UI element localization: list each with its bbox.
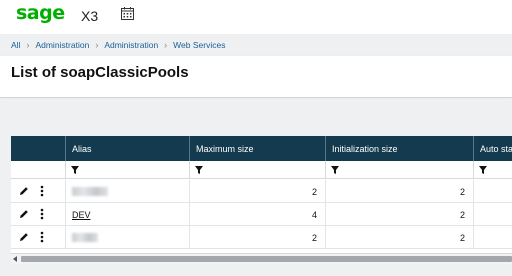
- maximum-size-cell: 2: [189, 226, 325, 249]
- alias-cell[interactable]: DEV: [65, 203, 189, 226]
- column-header-initialization-size[interactable]: Initialization size: [325, 136, 473, 161]
- filter-icon[interactable]: [331, 166, 339, 174]
- filter-initialization-size[interactable]: [325, 161, 473, 179]
- calendar-icon[interactable]: [121, 7, 134, 20]
- product-name: X3: [81, 8, 99, 24]
- filter-icon[interactable]: [71, 166, 79, 174]
- horizontal-scrollbar[interactable]: [11, 253, 512, 264]
- filter-maximum-size[interactable]: [189, 161, 325, 179]
- top-bar: sage X3: [0, 0, 512, 34]
- initialization-size-cell: 2: [325, 203, 473, 226]
- breadcrumb-item-web-services[interactable]: Web Services: [173, 40, 225, 50]
- maximum-size-cell: 4: [189, 203, 325, 226]
- breadcrumb-item-administration[interactable]: Administration: [35, 40, 89, 50]
- filter-alias[interactable]: [65, 161, 189, 179]
- filter-cell-actions: [11, 161, 65, 179]
- chevron-right-icon: ›: [26, 40, 30, 50]
- initialization-size-cell: 2: [325, 180, 473, 203]
- data-grid: Alias Maximum size Initialization size A…: [11, 136, 512, 253]
- page-title: List of soapClassicPools: [11, 64, 189, 81]
- redacted-alias: [72, 187, 108, 196]
- column-header-maximum-size[interactable]: Maximum size: [189, 136, 325, 161]
- breadcrumb-item-all[interactable]: All: [11, 40, 20, 50]
- header-actions-column: [11, 136, 65, 161]
- initialization-size-cell: 2: [325, 226, 473, 249]
- alias-link[interactable]: DEV: [72, 210, 91, 220]
- grid-header-row: Alias Maximum size Initialization size A…: [11, 136, 512, 161]
- breadcrumb-bar: All › Administration › Administration › …: [0, 34, 512, 56]
- more-vertical-icon[interactable]: [40, 208, 44, 220]
- auto-start-cell: [473, 226, 512, 249]
- scroll-left-arrow-icon[interactable]: [13, 256, 17, 262]
- pencil-icon[interactable]: [19, 232, 29, 242]
- more-vertical-icon[interactable]: [40, 231, 44, 243]
- breadcrumb-item-administration-2[interactable]: Administration: [104, 40, 158, 50]
- table-row[interactable]: DEV 4 2: [11, 203, 512, 226]
- chevron-right-icon: ›: [164, 40, 168, 50]
- table-row[interactable]: 2 2: [11, 180, 512, 203]
- column-header-auto-start[interactable]: Auto sta: [473, 136, 512, 161]
- chevron-right-icon: ›: [95, 40, 99, 50]
- column-header-alias[interactable]: Alias: [65, 136, 189, 161]
- scrollbar-thumb[interactable]: [21, 256, 512, 262]
- auto-start-cell: [473, 203, 512, 226]
- grid-filter-row: [11, 161, 512, 179]
- auto-start-cell: [473, 180, 512, 203]
- redacted-alias: [72, 233, 98, 242]
- filter-auto-start[interactable]: [473, 161, 512, 179]
- breadcrumb: All › Administration › Administration › …: [11, 34, 225, 56]
- pencil-icon[interactable]: [19, 186, 29, 196]
- alias-cell[interactable]: [65, 180, 189, 203]
- filter-icon[interactable]: [479, 166, 487, 174]
- more-vertical-icon[interactable]: [40, 185, 44, 197]
- sage-logo[interactable]: sage: [16, 2, 65, 24]
- alias-cell[interactable]: [65, 226, 189, 249]
- filter-icon[interactable]: [195, 166, 203, 174]
- table-row[interactable]: 2 2: [11, 226, 512, 249]
- maximum-size-cell: 2: [189, 180, 325, 203]
- title-area: List of soapClassicPools: [0, 56, 512, 98]
- pencil-icon[interactable]: [19, 209, 29, 219]
